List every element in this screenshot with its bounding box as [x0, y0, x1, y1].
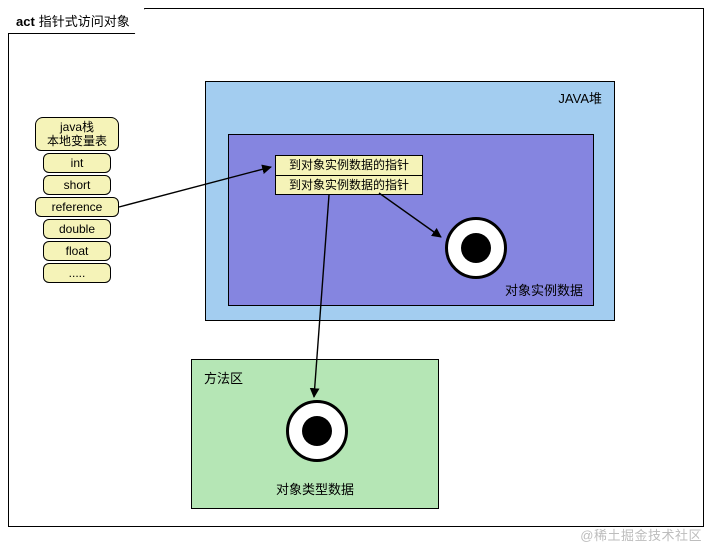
pointer-table: 到对象实例数据的指针 到对象实例数据的指针	[275, 155, 423, 195]
bullseye-icon	[461, 233, 491, 263]
method-area: 方法区 对象类型数据	[191, 359, 439, 509]
pointer-row-2: 到对象实例数据的指针	[276, 176, 422, 195]
pointer-row-1: 到对象实例数据的指针	[276, 156, 422, 176]
diagram-title: act 指针式访问对象	[8, 8, 145, 34]
watermark: @稀土掘金技术社区	[580, 525, 702, 544]
object-instance-icon	[445, 217, 507, 279]
stack-item-more: .....	[43, 263, 111, 283]
object-type-icon	[286, 400, 348, 462]
object-instance-label: 对象实例数据	[505, 280, 583, 299]
stack-header: java栈 本地变量表	[35, 117, 119, 151]
java-heap: JAVA堆 对象实例数据 到对象实例数据的指针 到对象实例数据的指针	[205, 81, 615, 321]
object-instance-area: 对象实例数据 到对象实例数据的指针 到对象实例数据的指针	[228, 134, 594, 306]
java-heap-label: JAVA堆	[558, 88, 602, 107]
title-prefix: act	[16, 14, 35, 29]
stack-header-line1: java栈	[60, 120, 94, 134]
method-area-label: 方法区	[204, 368, 243, 387]
diagram-frame: act 指针式访问对象 java栈 本地变量表 int short referen…	[8, 8, 704, 527]
stack-item-short: short	[43, 175, 111, 195]
method-area-caption: 对象类型数据	[192, 479, 438, 498]
bullseye-icon	[302, 416, 332, 446]
stack-item-float: float	[43, 241, 111, 261]
stack-item-double: double	[43, 219, 111, 239]
stack-header-line2: 本地变量表	[47, 134, 107, 148]
title-text: 指针式访问对象	[39, 14, 130, 29]
stack-item-reference: reference	[35, 197, 119, 217]
stack-item-int: int	[43, 153, 111, 173]
